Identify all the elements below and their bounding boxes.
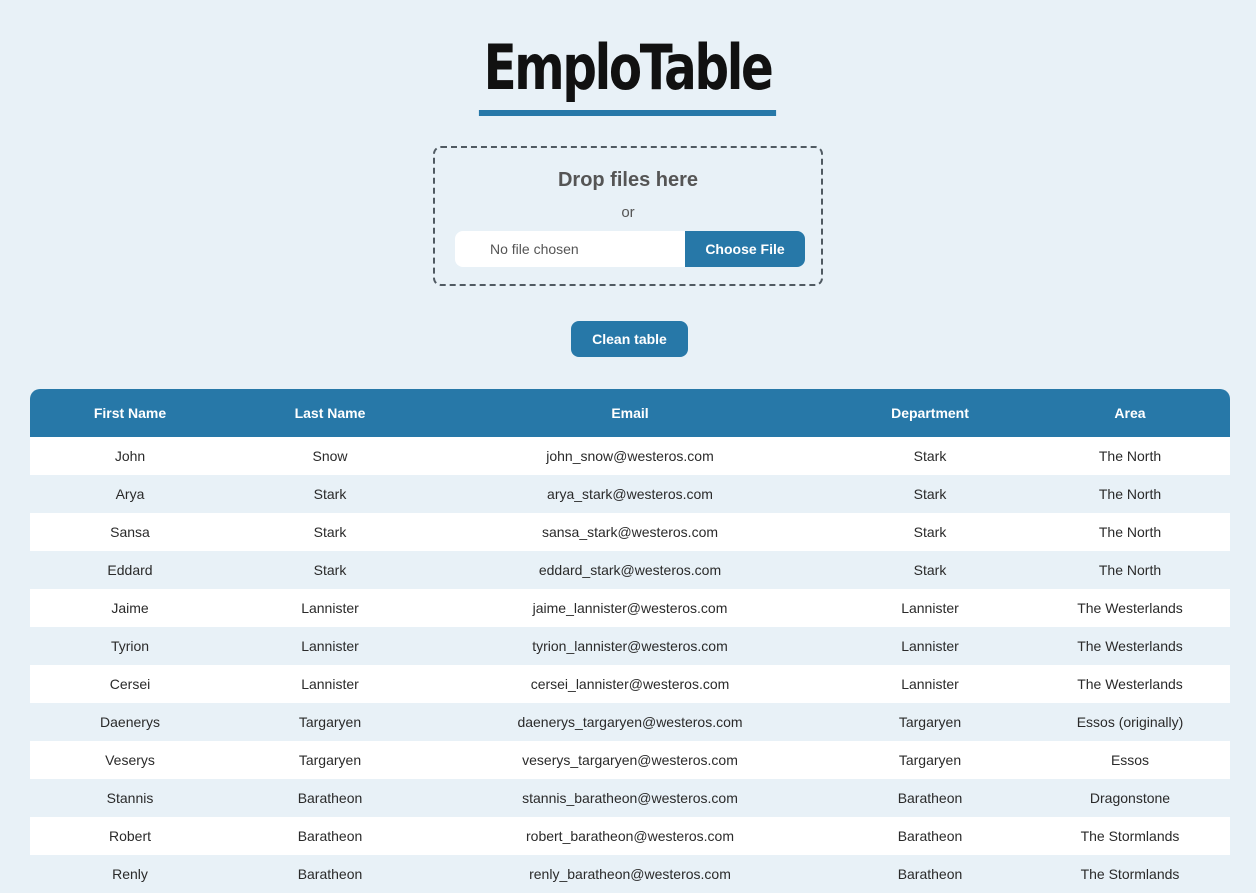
cell-last-name: Targaryen (298, 714, 362, 730)
cell-area: The Stormlands (1080, 828, 1180, 844)
table-row: Robert Baratheon robert_baratheon@westeros… (30, 817, 1230, 855)
table-row: Daenerys Targaryen daenerys_targaryen@west… (30, 703, 1230, 741)
cell-first-name: Arya (115, 486, 145, 502)
cell-email: jaime_lannister@westeros.com (532, 600, 728, 616)
cell-email: sansa_stark@westeros.com (541, 524, 719, 540)
table-row: Stannis Baratheon stannis_baratheon@wester… (30, 779, 1230, 817)
cell-department: Stark (913, 524, 947, 540)
cell-area: The Westerlands (1077, 600, 1183, 616)
table-row: Sansa Stark sansa_stark@westeros.com Stark T… (30, 513, 1230, 551)
cell-department: Stark (913, 448, 947, 464)
dropzone-title: Drop files here (557, 169, 699, 191)
table-body: John Snow john_snow@westeros.com Stark The N… (30, 437, 1230, 893)
cell-first-name: Daenerys (100, 714, 160, 730)
column-header-first-name[interactable]: First Name (30, 389, 230, 437)
file-input[interactable]: No file chosen Choose File (455, 231, 805, 267)
column-header-last-name[interactable]: Last Name (230, 389, 430, 437)
cell-first-name: John (114, 448, 146, 464)
cell-email: robert_baratheon@westeros.com (526, 828, 734, 844)
cell-email: cersei_lannister@westeros.com (530, 676, 730, 692)
cell-last-name: Stark (313, 562, 347, 578)
cell-last-name: Stark (313, 486, 347, 502)
cell-area: The North (1098, 562, 1162, 578)
file-status: No file chosen (490, 241, 579, 257)
employee-table: First Name Last Name Email Department Ar… (30, 389, 1230, 893)
cell-department: Targaryen (898, 752, 962, 768)
cell-last-name: Baratheon (297, 790, 363, 806)
choose-file-button[interactable]: Choose File (685, 231, 805, 267)
dropzone-or-text: or (621, 204, 635, 221)
table-row: Eddard Stark eddard_stark@westeros.com Star… (30, 551, 1230, 589)
cell-department: Lannister (901, 676, 959, 692)
cell-area: The North (1098, 524, 1162, 540)
page-title: EmploTable (479, 26, 777, 116)
cell-first-name: Stannis (106, 790, 154, 806)
cell-first-name: Eddard (107, 562, 153, 578)
cell-area: The North (1098, 448, 1162, 464)
table-row: Jaime Lannister jaime_lannister@westeros.c… (30, 589, 1230, 627)
cell-department: Baratheon (897, 828, 963, 844)
cell-email: stannis_baratheon@westeros.com (522, 790, 738, 806)
cell-email: daenerys_targaryen@westeros.com (517, 714, 743, 730)
file-dropzone[interactable]: Drop files here or No file chosen Choose… (433, 146, 823, 286)
table-header-row: First Name Last Name Email Department Ar… (30, 389, 1230, 437)
cell-department: Stark (913, 486, 947, 502)
cell-area: The Westerlands (1077, 638, 1183, 654)
cell-last-name: Targaryen (298, 752, 362, 768)
cell-area: The Stormlands (1080, 866, 1180, 882)
cell-email: veserys_targaryen@westeros.com (522, 752, 738, 768)
cell-area: Dragonstone (1089, 790, 1171, 806)
cell-department: Baratheon (897, 790, 963, 806)
table-row: John Snow john_snow@westeros.com Stark The N… (30, 437, 1230, 475)
table-row: Veserys Targaryen veserys_targaryen@wester… (30, 741, 1230, 779)
table-row: Renly Baratheon renly_baratheon@westeros.c… (30, 855, 1230, 893)
cell-department: Baratheon (897, 866, 963, 882)
cell-first-name: Sansa (110, 524, 150, 540)
cell-department: Lannister (901, 638, 959, 654)
table-row: Arya Stark arya_stark@westeros.com Stark The… (30, 475, 1230, 513)
column-header-email[interactable]: Email (430, 389, 830, 437)
cell-last-name: Lannister (301, 676, 359, 692)
cell-email: eddard_stark@westeros.com (538, 562, 722, 578)
cell-last-name: Stark (313, 524, 347, 540)
column-header-department[interactable]: Department (830, 389, 1030, 437)
cell-area: The North (1098, 486, 1162, 502)
cell-first-name: Cersei (109, 676, 151, 692)
table-row: Cersei Lannister cersei_lannister@westeros… (30, 665, 1230, 703)
cell-department: Lannister (901, 600, 959, 616)
cell-email: john_snow@westeros.com (546, 448, 714, 464)
cell-last-name: Snow (312, 448, 348, 464)
cell-first-name: Renly (112, 866, 148, 882)
cell-last-name: Lannister (301, 600, 359, 616)
cell-department: Targaryen (898, 714, 962, 730)
cell-department: Stark (913, 562, 947, 578)
cell-email: renly_baratheon@westeros.com (529, 866, 731, 882)
cell-first-name: Veserys (105, 752, 155, 768)
cell-area: Essos (originally) (1076, 714, 1184, 730)
cell-email: arya_stark@westeros.com (547, 486, 713, 502)
cell-area: Essos (1110, 752, 1150, 768)
cell-last-name: Baratheon (297, 828, 363, 844)
cell-last-name: Baratheon (297, 866, 363, 882)
employee-table-container: First Name Last Name Email Department Ar… (30, 389, 1230, 893)
table-row: Tyrion Lannister tyrion_lannister@westeros… (30, 627, 1230, 665)
cell-last-name: Lannister (301, 638, 359, 654)
page: EmploTable Drop files here or No file ch… (0, 0, 1256, 893)
column-header-area[interactable]: Area (1030, 389, 1230, 437)
cell-first-name: Jaime (111, 600, 149, 616)
cell-first-name: Robert (108, 828, 152, 844)
cell-first-name: Tyrion (110, 638, 150, 654)
cell-area: The Westerlands (1077, 676, 1183, 692)
clean-table-button[interactable]: Clean table (571, 321, 688, 357)
cell-email: tyrion_lannister@westeros.com (532, 638, 728, 654)
header: EmploTable (0, 26, 1256, 116)
